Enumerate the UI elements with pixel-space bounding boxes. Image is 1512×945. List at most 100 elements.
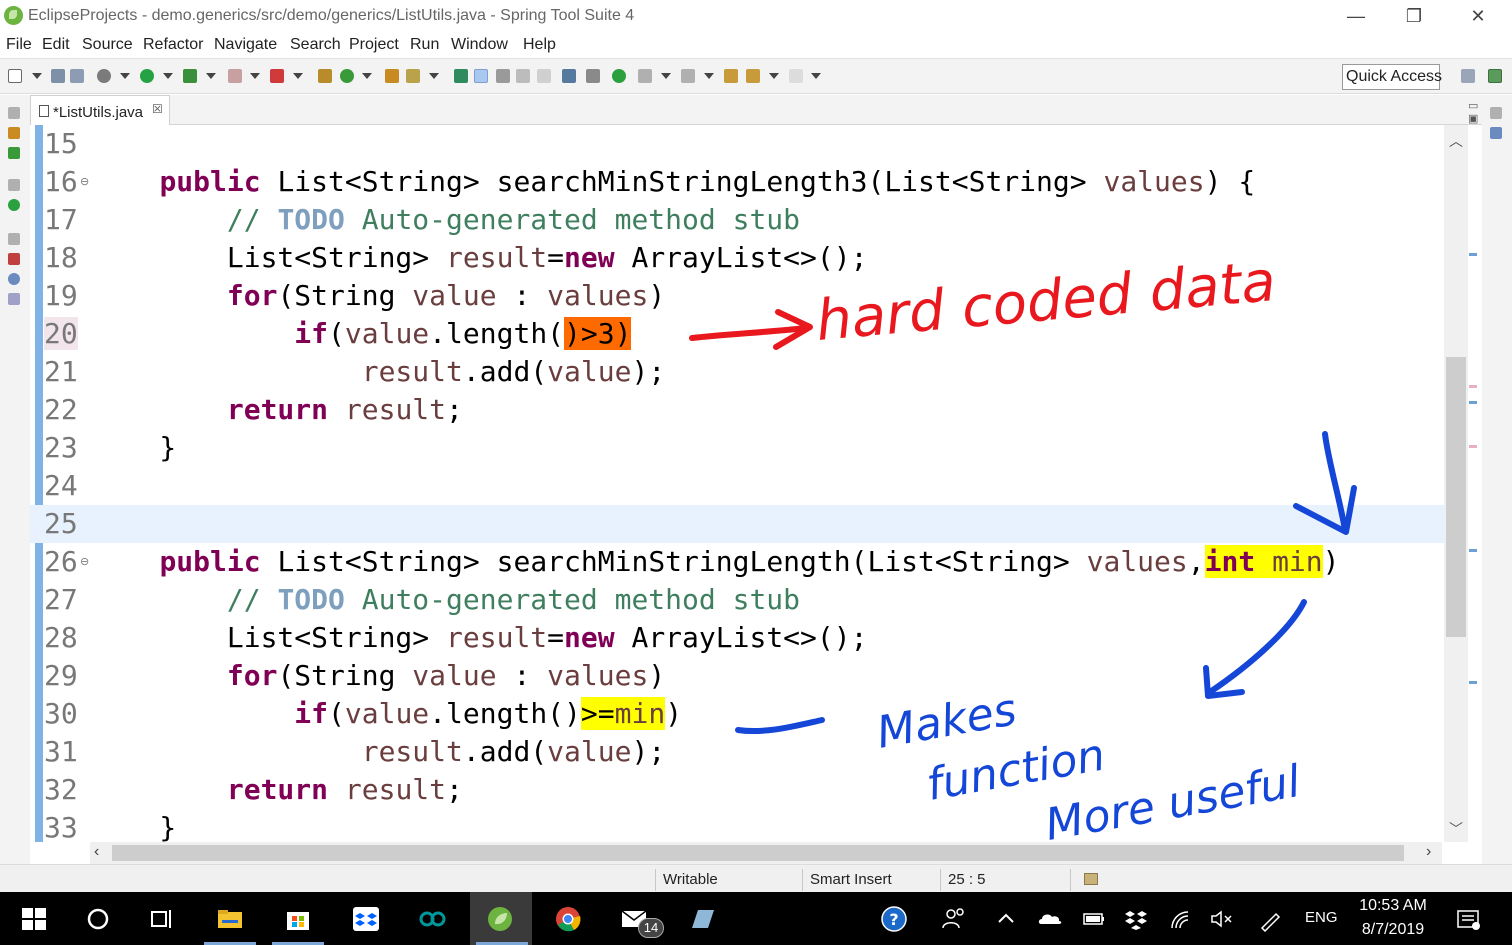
skip-breakpoints-icon[interactable] bbox=[586, 69, 600, 83]
input-language[interactable]: ENG bbox=[1305, 909, 1338, 926]
store-icon[interactable] bbox=[284, 906, 312, 932]
restore-view-icon[interactable] bbox=[8, 107, 20, 119]
people-icon[interactable] bbox=[940, 906, 968, 932]
arduino-icon[interactable] bbox=[418, 906, 446, 932]
restore-button[interactable]: ❐ bbox=[1394, 4, 1434, 28]
file-explorer-icon[interactable] bbox=[216, 906, 244, 932]
onedrive-icon[interactable] bbox=[1036, 906, 1064, 932]
wifi-icon[interactable] bbox=[1166, 906, 1194, 932]
menu-file[interactable]: File bbox=[6, 36, 32, 54]
menu-help[interactable]: Help bbox=[523, 36, 556, 54]
declaration-icon[interactable] bbox=[8, 293, 20, 305]
menu-edit[interactable]: Edit bbox=[42, 36, 70, 54]
open-perspective-icon[interactable] bbox=[1461, 69, 1475, 83]
menu-navigate[interactable]: Navigate bbox=[214, 36, 277, 54]
deploy-dropdown-icon[interactable] bbox=[293, 73, 303, 79]
scroll-left-icon[interactable]: ‹ bbox=[94, 843, 99, 861]
notes-app-icon[interactable] bbox=[688, 906, 716, 932]
volume-muted-icon[interactable] bbox=[1208, 906, 1236, 932]
pin-icon[interactable] bbox=[454, 69, 468, 83]
restore-view-2-icon[interactable] bbox=[8, 179, 20, 191]
spring-boot-icon[interactable] bbox=[612, 69, 626, 83]
external-tools-icon[interactable] bbox=[183, 69, 197, 83]
battery-icon[interactable] bbox=[1080, 906, 1108, 932]
quick-access-field[interactable]: Quick Access bbox=[1342, 64, 1442, 90]
overview-ruler[interactable] bbox=[1468, 125, 1482, 842]
minimize-maximize-icon[interactable]: ▭ ▣ bbox=[1468, 99, 1482, 125]
menu-search[interactable]: Search bbox=[290, 36, 341, 54]
new-class-dropdown-icon[interactable] bbox=[362, 73, 372, 79]
code-editor[interactable]: 15 16 ⊖ public List<String> searchMinStr… bbox=[30, 125, 1444, 842]
forward-icon[interactable] bbox=[789, 69, 803, 83]
show-hidden-icons-chevron-icon[interactable] bbox=[992, 906, 1020, 932]
menu-project[interactable]: Project bbox=[349, 36, 399, 54]
java-perspective-icon[interactable] bbox=[1488, 69, 1502, 83]
word-wrap-icon[interactable] bbox=[516, 69, 530, 83]
new-dropdown-icon[interactable] bbox=[32, 73, 42, 79]
problems-icon[interactable] bbox=[8, 253, 20, 265]
stop-dropdown-icon[interactable] bbox=[250, 73, 260, 79]
save-all-icon[interactable] bbox=[70, 69, 84, 83]
restore-outline-icon[interactable] bbox=[1490, 107, 1502, 119]
scroll-right-icon[interactable]: › bbox=[1426, 843, 1431, 861]
search-icon[interactable] bbox=[84, 906, 112, 932]
back-dropdown-icon[interactable] bbox=[769, 73, 779, 79]
run-icon[interactable] bbox=[140, 69, 154, 83]
action-center-icon[interactable] bbox=[1454, 906, 1482, 932]
fold-toggle-icon[interactable]: ⊖ bbox=[80, 555, 89, 568]
javadoc-icon[interactable] bbox=[8, 273, 20, 285]
occurrence-marker[interactable] bbox=[1469, 445, 1477, 448]
pen-workspace-icon[interactable] bbox=[1256, 906, 1284, 932]
type-hierarchy-icon[interactable] bbox=[8, 147, 20, 159]
console-icon[interactable] bbox=[562, 69, 576, 83]
horizontal-scrollbar[interactable]: ‹ › bbox=[90, 842, 1442, 864]
deploy-icon[interactable] bbox=[270, 69, 284, 83]
chrome-icon[interactable] bbox=[554, 906, 582, 932]
dropbox-icon[interactable] bbox=[352, 906, 380, 932]
fold-toggle-icon[interactable]: ⊖ bbox=[80, 175, 89, 188]
restore-view-3-icon[interactable] bbox=[8, 233, 20, 245]
debug-dropdown-icon[interactable] bbox=[120, 73, 130, 79]
spring-tool-suite-taskbar-icon[interactable] bbox=[486, 906, 514, 932]
package-explorer-icon[interactable] bbox=[8, 127, 20, 139]
save-icon[interactable] bbox=[51, 69, 65, 83]
scroll-down-icon[interactable]: ﹀ bbox=[1449, 819, 1463, 839]
external-tools-dropdown-icon[interactable] bbox=[206, 73, 216, 79]
new-file-icon[interactable] bbox=[8, 69, 22, 83]
block-selection-icon[interactable] bbox=[496, 69, 510, 83]
debug-icon[interactable] bbox=[97, 69, 111, 83]
new-class-icon[interactable] bbox=[340, 69, 354, 83]
boot-dashboard-icon[interactable] bbox=[8, 199, 20, 211]
show-whitespace-icon[interactable] bbox=[537, 69, 551, 83]
occurrence-marker[interactable] bbox=[1469, 681, 1477, 684]
close-button[interactable]: ✕ bbox=[1458, 4, 1498, 28]
next-annotation-icon[interactable] bbox=[638, 69, 652, 83]
occurrence-marker[interactable] bbox=[1469, 401, 1477, 404]
open-task-icon[interactable] bbox=[406, 69, 420, 83]
stop-icon[interactable] bbox=[228, 69, 242, 83]
occurrence-marker[interactable] bbox=[1469, 549, 1477, 552]
run-dropdown-icon[interactable] bbox=[163, 73, 173, 79]
horizontal-scroll-thumb[interactable] bbox=[112, 845, 1404, 861]
open-task-dropdown-icon[interactable] bbox=[429, 73, 439, 79]
menu-source[interactable]: Source bbox=[82, 36, 133, 54]
mark-occurrences-icon[interactable] bbox=[474, 69, 488, 83]
vertical-scrollbar[interactable]: ︿ ﹀ bbox=[1444, 125, 1468, 842]
minimize-button[interactable]: — bbox=[1336, 4, 1376, 28]
back-icon[interactable] bbox=[746, 69, 760, 83]
tab-listutils-java[interactable]: *ListUtils.java ☒ bbox=[30, 95, 170, 125]
help-icon[interactable]: ? bbox=[880, 906, 908, 932]
prev-annotation-dropdown-icon[interactable] bbox=[704, 73, 714, 79]
prev-annotation-icon[interactable] bbox=[681, 69, 695, 83]
new-package-icon[interactable] bbox=[318, 69, 332, 83]
menu-refactor[interactable]: Refactor bbox=[143, 36, 203, 54]
occurrence-marker[interactable] bbox=[1469, 253, 1477, 256]
next-annotation-dropdown-icon[interactable] bbox=[661, 73, 671, 79]
status-progress-icon[interactable] bbox=[1084, 873, 1098, 885]
clock-time[interactable]: 10:53 AM bbox=[1352, 897, 1434, 915]
windows-start-icon[interactable] bbox=[20, 906, 48, 932]
task-view-icon[interactable] bbox=[148, 906, 176, 932]
close-tab-icon[interactable]: ☒ bbox=[152, 102, 163, 116]
forward-dropdown-icon[interactable] bbox=[811, 73, 821, 79]
menu-window[interactable]: Window bbox=[451, 36, 508, 54]
